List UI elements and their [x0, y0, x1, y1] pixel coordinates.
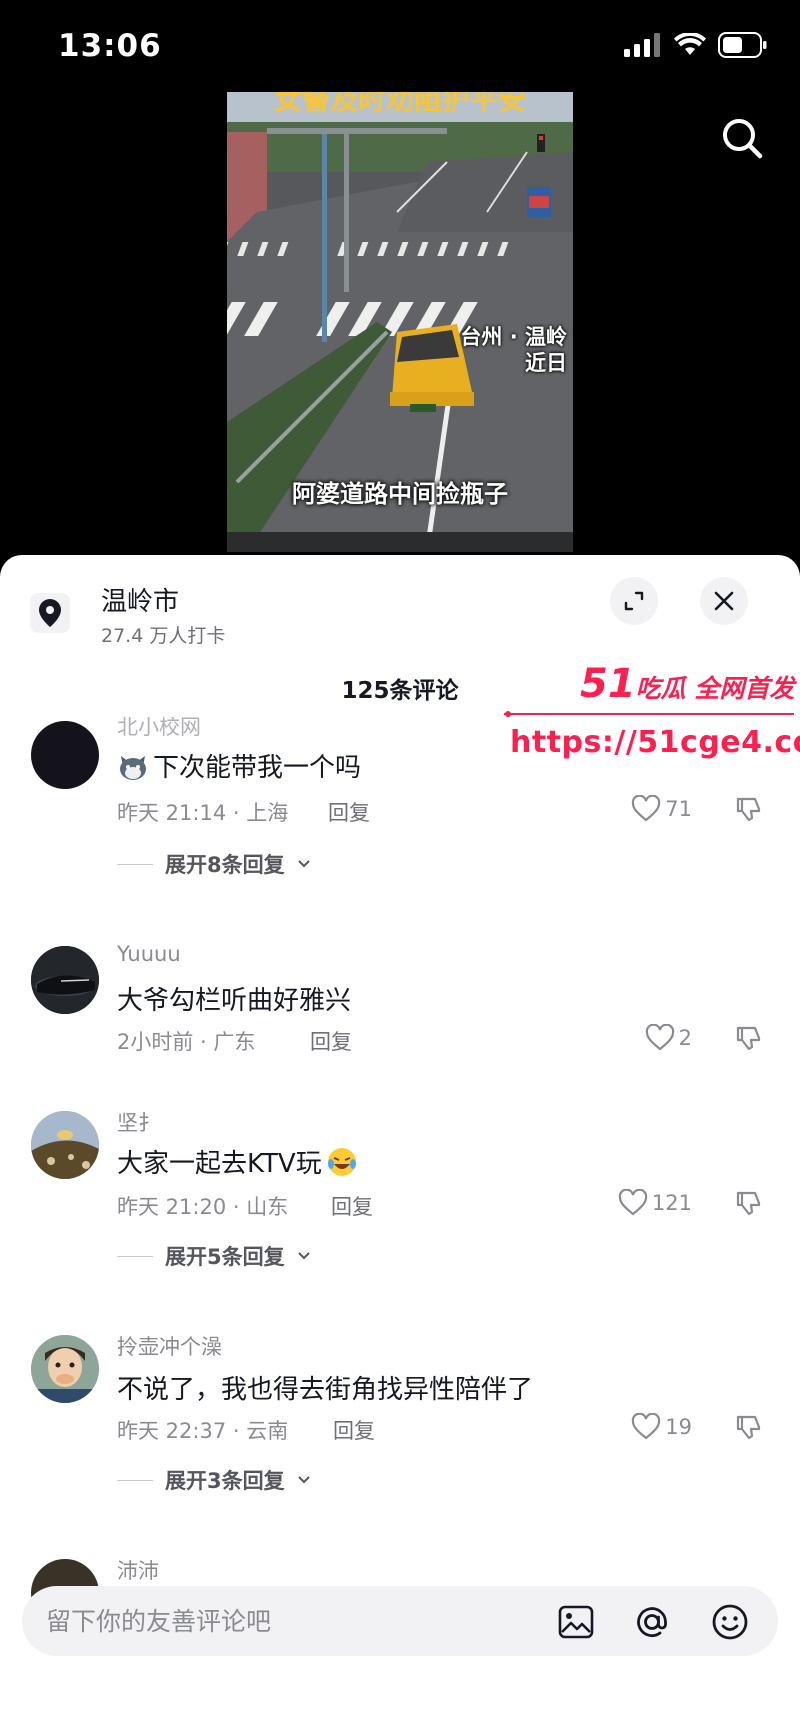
expand-replies-button[interactable]: 展开8条回复 — [117, 849, 311, 879]
like-button[interactable]: 19 — [631, 1413, 692, 1441]
chevron-down-icon — [297, 1476, 310, 1484]
comment-text: 下次能带我一个吗 — [117, 747, 361, 784]
dislike-button[interactable] — [734, 1189, 762, 1221]
image-icon — [558, 1605, 594, 1639]
video-frame[interactable]: 女警及时劝阻护平安 台州 · 温岭 近日 阿婆道路中间捡瓶子 — [227, 92, 573, 552]
location-name: 温岭市 — [101, 587, 180, 617]
heart-icon — [645, 1024, 674, 1051]
status-bar: 13:06 — [0, 0, 800, 92]
watermark-brand: 51吃瓜 全网首发 — [580, 661, 795, 707]
comment-username[interactable]: 沛沛 — [117, 1555, 159, 1585]
like-button[interactable]: 71 — [631, 795, 692, 823]
comment-text: 大爷勾栏听曲好雅兴 — [117, 986, 352, 1016]
wifi-icon — [674, 33, 706, 55]
dislike-icon — [736, 797, 761, 822]
avatar[interactable] — [31, 946, 99, 1014]
comment-username[interactable]: 坚扌 — [117, 1107, 159, 1137]
like-count: 71 — [665, 797, 692, 821]
reply-button[interactable]: 回复 — [331, 1191, 373, 1221]
comment-time: 2小时前 · 广东 — [117, 1030, 256, 1054]
video-location-caption: 台州 · 温岭 近日 — [460, 324, 567, 376]
dislike-button[interactable] — [734, 795, 762, 827]
video-location-line-2: 近日 — [525, 351, 567, 375]
comment-time: 昨天 22:37 · 云南 — [117, 1419, 289, 1443]
like-button[interactable]: 121 — [618, 1189, 692, 1217]
search-icon — [723, 119, 763, 159]
laughing-crying-emoji-icon — [327, 1147, 356, 1176]
comment-username[interactable]: Yuuuu — [117, 942, 181, 966]
like-count: 2 — [678, 1026, 692, 1050]
expand-button[interactable] — [610, 577, 658, 625]
close-icon — [714, 591, 734, 611]
like-count: 121 — [651, 1191, 692, 1215]
reply-button[interactable]: 回复 — [333, 1415, 375, 1445]
comment-username[interactable]: 拎壶冲个澡 — [117, 1331, 222, 1361]
comment-item: 坚扌 大家一起去KTV玩 昨天 21:20 · 山东 回复 121 展开5条回复 — [0, 1107, 800, 1317]
reply-button[interactable]: 回复 — [328, 797, 370, 827]
avatar[interactable] — [31, 1111, 99, 1179]
reply-button[interactable]: 回复 — [310, 1026, 352, 1056]
location-row[interactable]: 温岭市 27.4 万人打卡 — [30, 577, 770, 647]
status-icons — [624, 32, 768, 58]
comment-username[interactable]: 北小校网 — [117, 717, 201, 741]
comment-time: 昨天 21:14 · 上海 — [117, 801, 289, 825]
like-button[interactable]: 2 — [645, 1024, 692, 1052]
comment-text: 大家一起去KTV玩 — [117, 1143, 358, 1180]
dislike-button[interactable] — [734, 1413, 762, 1445]
divider — [117, 863, 153, 865]
heart-icon — [632, 795, 661, 822]
close-button[interactable] — [700, 577, 748, 625]
divider — [117, 1255, 153, 1257]
heart-icon — [618, 1189, 648, 1216]
comment-item: 北小校网 下次能带我一个吗 昨天 21:14 · 上海 回复 71 展开8条回复 — [0, 717, 800, 927]
comment-sheet: 温岭市 27.4 万人打卡 125条评论 51吃瓜 全网首发 https://5… — [0, 555, 800, 1731]
emoji-button[interactable] — [710, 1602, 750, 1642]
location-checkins: 27.4 万人打卡 — [101, 625, 226, 647]
dislike-icon — [736, 1415, 761, 1440]
video-player[interactable]: 女警及时劝阻护平安 台州 · 温岭 近日 阿婆道路中间捡瓶子 — [0, 92, 800, 557]
status-time: 13:06 — [58, 28, 162, 64]
heart-icon — [632, 1413, 661, 1440]
image-button[interactable] — [556, 1602, 596, 1642]
cat-emoji-icon — [120, 755, 146, 780]
chevron-down-icon — [297, 860, 310, 868]
location-pin-icon — [30, 593, 70, 633]
comment-item: 拎壶冲个澡 不说了，我也得去街角找异性陪伴了 昨天 22:37 · 云南 回复 … — [0, 1331, 800, 1541]
dislike-icon — [736, 1191, 761, 1216]
emoji-icon — [712, 1604, 748, 1640]
mention-button[interactable] — [632, 1602, 672, 1642]
comment-input[interactable] — [46, 1586, 506, 1656]
divider — [117, 1479, 153, 1481]
avatar[interactable] — [31, 721, 99, 789]
comment-input-bar — [22, 1586, 778, 1656]
chevron-down-icon — [297, 1252, 310, 1260]
like-count: 19 — [665, 1415, 692, 1439]
video-main-caption: 阿婆道路中间捡瓶子 — [292, 480, 508, 508]
avatar[interactable] — [31, 1335, 99, 1403]
signal-icon — [624, 33, 660, 57]
expand-replies-button[interactable]: 展开3条回复 — [117, 1465, 311, 1495]
at-icon — [637, 1607, 667, 1638]
comment-item: Yuuuu 大爷勾栏听曲好雅兴 2小时前 · 广东 回复 2 — [0, 942, 800, 1102]
comment-time: 昨天 21:20 · 山东 — [117, 1195, 289, 1219]
battery-icon — [718, 32, 767, 58]
expand-icon — [624, 591, 644, 611]
video-top-caption: 女警及时劝阻护平安 — [273, 92, 526, 116]
comment-list[interactable]: 北小校网 下次能带我一个吗 昨天 21:14 · 上海 回复 71 展开8条回复… — [0, 717, 800, 1629]
dislike-button[interactable] — [734, 1024, 762, 1056]
dislike-icon — [736, 1026, 761, 1051]
comment-text: 不说了，我也得去街角找异性陪伴了 — [117, 1375, 534, 1405]
expand-replies-button[interactable]: 展开5条回复 — [117, 1241, 311, 1271]
video-location-line-1: 台州 · 温岭 — [460, 325, 567, 349]
search-button[interactable] — [714, 110, 770, 166]
